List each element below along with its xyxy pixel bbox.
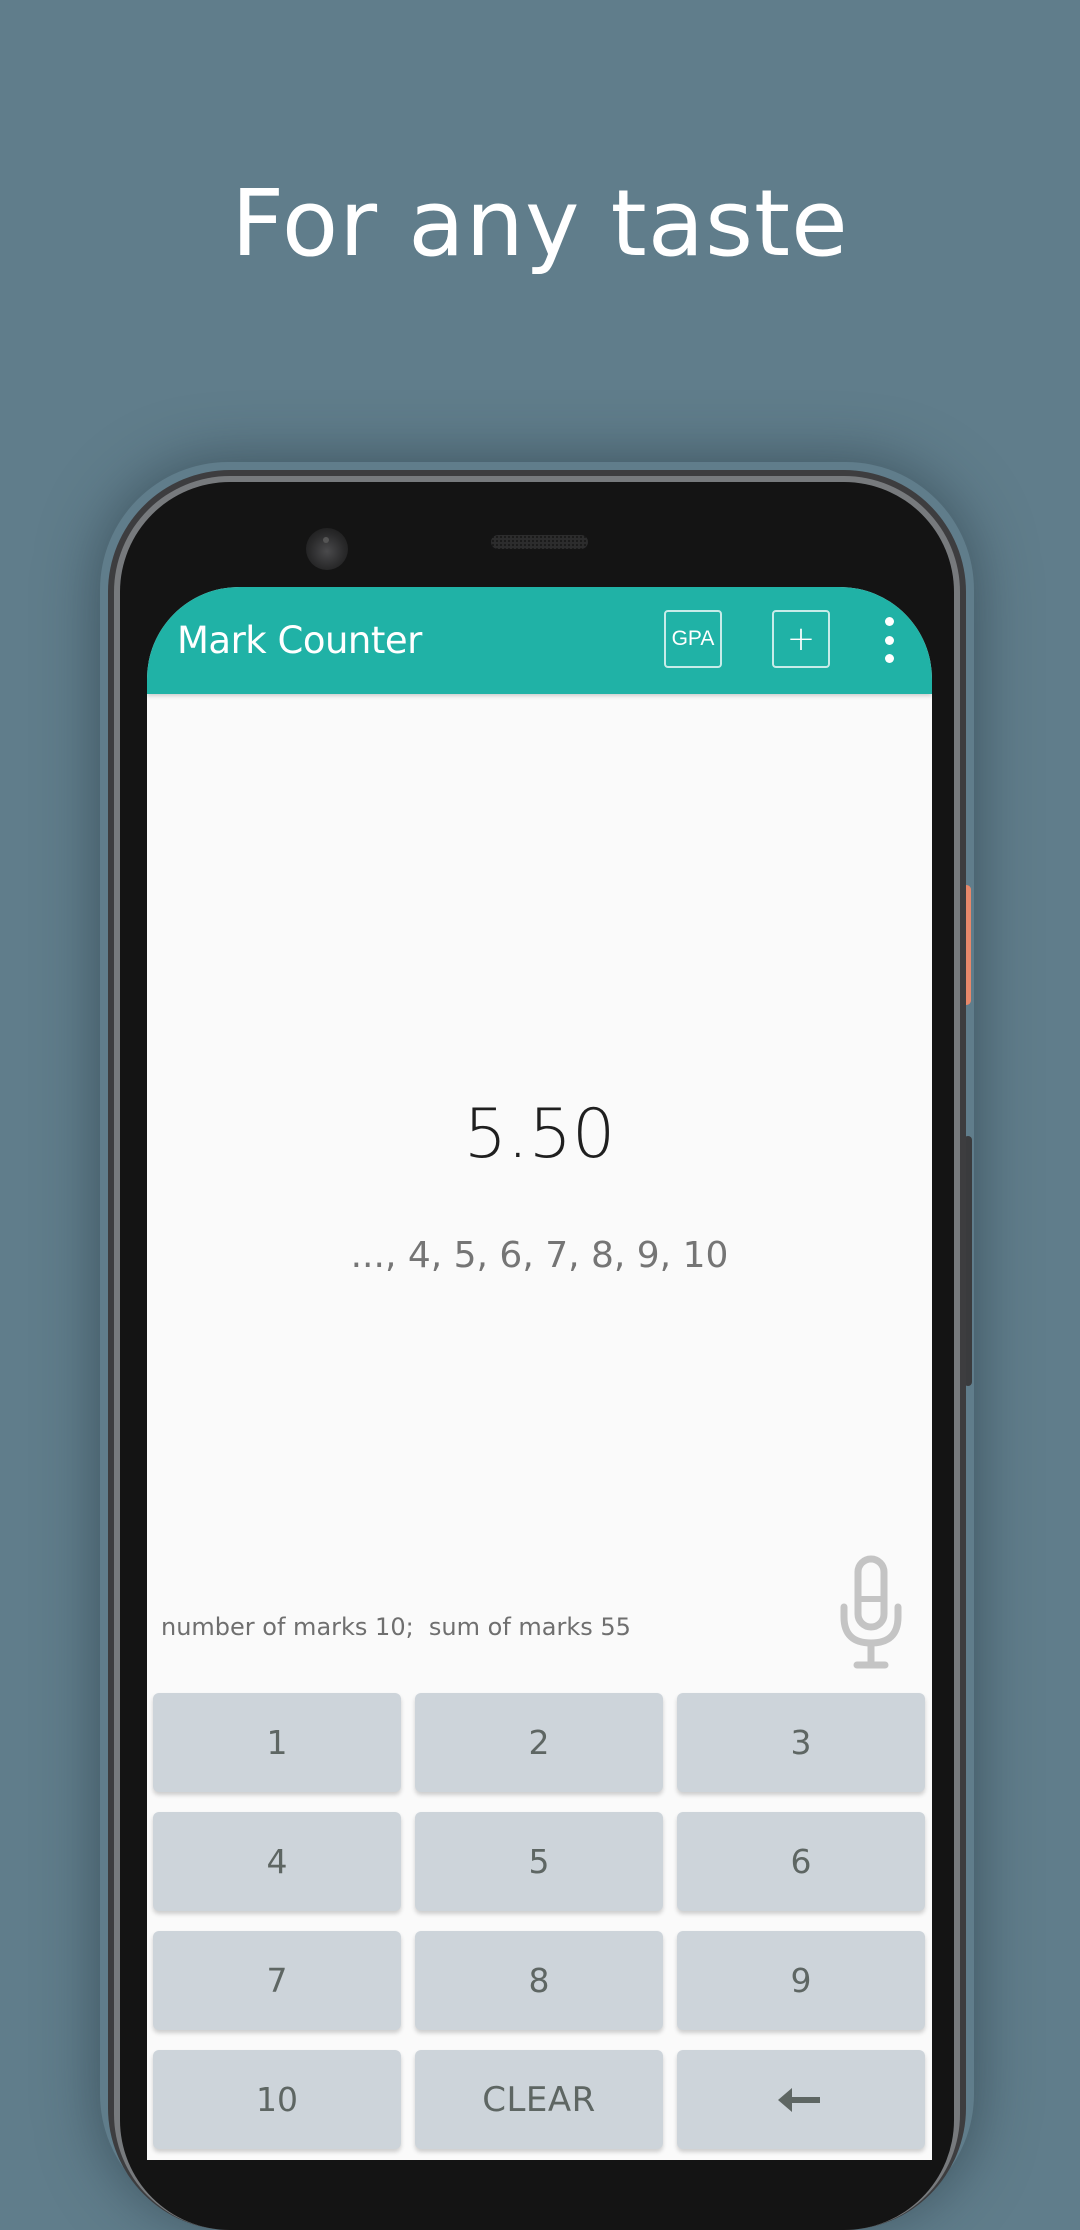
more-vert-dot <box>884 635 894 645</box>
microphone-icon <box>840 1555 902 1669</box>
key-10[interactable]: 10 <box>153 2050 401 2149</box>
promo-headline: For any taste <box>231 170 849 277</box>
marks-summary: number of marks 10; sum of marks 55 <box>161 1613 631 1641</box>
key-6[interactable]: 6 <box>677 1812 925 1911</box>
app-screen: Mark Counter GPA + 5.50 ..., 4, 5, 6, 7,… <box>147 587 932 2160</box>
clear-button[interactable]: CLEAR <box>415 2050 663 2149</box>
key-2[interactable]: 2 <box>415 1693 663 1792</box>
left-arrow-icon <box>778 2087 820 2112</box>
front-camera-icon <box>306 528 348 570</box>
marks-list: ..., 4, 5, 6, 7, 8, 9, 10 <box>350 1235 729 1276</box>
keypad: 1 2 3 4 5 6 7 8 9 10 CLEAR <box>153 1693 926 2149</box>
key-9[interactable]: 9 <box>677 1931 925 2030</box>
app-bar: Mark Counter GPA + <box>147 587 932 694</box>
gpa-button[interactable]: GPA <box>664 610 722 668</box>
gpa-button-label: GPA <box>671 627 715 650</box>
key-5[interactable]: 5 <box>415 1812 663 1911</box>
key-4[interactable]: 4 <box>153 1812 401 1911</box>
overflow-menu-button[interactable] <box>874 617 904 663</box>
key-3[interactable]: 3 <box>677 1693 925 1792</box>
app-title: Mark Counter <box>177 619 422 662</box>
average-value: 5.50 <box>463 1095 616 1174</box>
microphone-button[interactable] <box>839 1555 903 1671</box>
earpiece-speaker <box>491 535 588 549</box>
backspace-button[interactable] <box>677 2050 925 2149</box>
key-7[interactable]: 7 <box>153 1931 401 2030</box>
plus-icon: + <box>786 619 816 659</box>
key-8[interactable]: 8 <box>415 1931 663 2030</box>
add-button[interactable]: + <box>772 610 830 668</box>
more-vert-icon <box>884 617 894 626</box>
more-vert-dot <box>884 654 894 663</box>
key-1[interactable]: 1 <box>153 1693 401 1792</box>
